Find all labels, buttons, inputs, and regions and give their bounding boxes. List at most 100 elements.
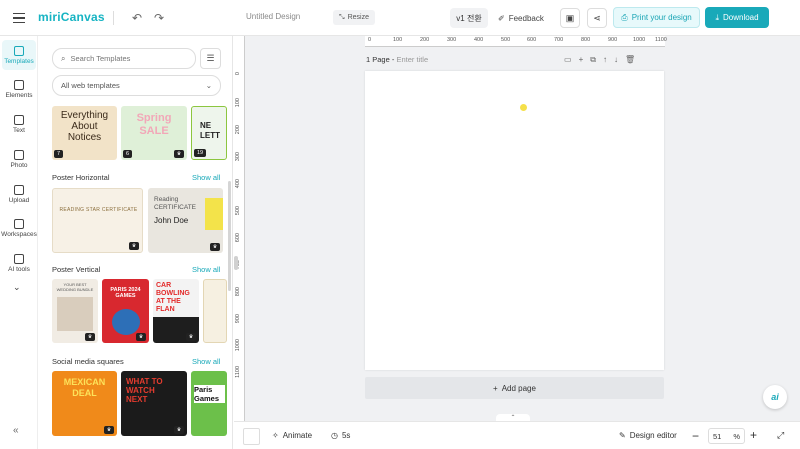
template-thumb[interactable]: WHAT TO WATCH NEXT ♛ <box>121 371 187 436</box>
plus-icon: + <box>493 383 498 393</box>
template-thumb[interactable]: READING STAR CERTIFICATE ♛ <box>52 188 143 253</box>
share-icon: ⋖ <box>593 12 601 23</box>
feedback-button[interactable]: ✐ Feedback <box>498 8 544 28</box>
page-toolbar: ▭ + ⧉ ↑ ↓ 🗑 <box>564 55 635 65</box>
template-title: MEXICAN DEAL <box>63 377 106 398</box>
collapse-panel-icon[interactable]: « <box>13 425 19 436</box>
templates-icon <box>14 45 24 56</box>
resize-button[interactable]: ⤡ Resize <box>333 10 376 25</box>
fullscreen-icon[interactable]: ⤢ <box>777 430 784 441</box>
rail-item-label: Elements <box>5 91 33 99</box>
print-label: Print your design <box>631 13 692 22</box>
zoom-input[interactable]: 51 % <box>708 428 745 444</box>
premium-crown-icon: ♛ <box>186 333 196 341</box>
animate-button[interactable]: ✧ Animate <box>272 431 312 440</box>
trash-icon[interactable]: 🗑 <box>625 55 635 65</box>
rail-item-elements[interactable]: Elements <box>2 74 36 104</box>
arrow-down-icon[interactable]: ↓ <box>614 55 618 65</box>
app-logo[interactable]: miriCanvas <box>38 9 105 25</box>
duration-label: 5s <box>341 431 351 440</box>
duplicate-icon[interactable]: ⧉ <box>590 55 596 65</box>
download-label: Download <box>722 13 759 22</box>
zoom-unit: % <box>733 431 740 441</box>
ruler-tick: 300 <box>447 37 457 43</box>
template-title: NE LETT <box>200 121 220 140</box>
ruler-tick: 0 <box>235 72 241 76</box>
zoom-out-button[interactable]: − <box>692 429 699 443</box>
premium-crown-icon: ♛ <box>104 426 114 434</box>
chevron-down-icon[interactable]: ⌄ <box>13 282 21 293</box>
template-thumb[interactable]: YOUR BEST WEDDING BUNDLE ♛ <box>52 279 98 343</box>
page-title-input[interactable]: Enter title <box>396 55 428 64</box>
template-thumb[interactable]: Spring SALE 6 ♛ <box>121 106 187 160</box>
search-icon: ⌕ <box>61 53 66 63</box>
template-title: Paris Games <box>194 385 225 403</box>
ruler-tick: 600 <box>527 37 537 43</box>
premium-crown-icon: ♛ <box>129 242 139 250</box>
template-thumb[interactable]: Reading CERTIFICATE John Doe ♛ <box>148 188 223 253</box>
add-icon[interactable]: + <box>579 55 584 65</box>
premium-crown-icon: ♛ <box>174 426 184 434</box>
panel-scrollbar[interactable] <box>228 181 231 291</box>
download-button[interactable]: ⤓ Download <box>705 7 769 28</box>
ruler-tick: 100 <box>235 98 241 108</box>
page-notes-icon[interactable]: ▭ <box>564 55 572 65</box>
undo-icon[interactable]: ↶ <box>129 10 145 26</box>
document-title[interactable]: Untitled Design <box>246 12 300 21</box>
ruler-tick: 500 <box>235 206 241 216</box>
save-button[interactable]: ▣ <box>560 8 580 28</box>
search-input[interactable] <box>70 54 181 63</box>
show-all-link[interactable]: Show all <box>192 265 220 274</box>
ruler-tick: 1000 <box>633 37 646 43</box>
menu-icon[interactable] <box>12 11 26 25</box>
select-value: All web templates <box>61 81 120 90</box>
ruler-tick: 1100 <box>235 366 241 378</box>
add-page-label: Add page <box>501 383 536 393</box>
filter-icon: ☰ <box>206 53 215 63</box>
ai-tools-icon <box>14 253 24 264</box>
feedback-icon: ✐ <box>498 13 505 23</box>
show-all-link[interactable]: Show all <box>192 357 220 366</box>
ruler-tick: 1000 <box>235 339 241 352</box>
filter-button[interactable]: ☰ <box>200 48 221 69</box>
workspaces-icon <box>14 218 24 229</box>
template-type-select[interactable]: All web templates ⌄ <box>52 75 221 96</box>
panel-resize-handle[interactable] <box>234 256 238 270</box>
resize-label: Resize <box>347 14 370 21</box>
design-page[interactable] <box>365 71 664 370</box>
template-thumb[interactable]: MEXICAN DEAL ♛ <box>52 371 117 436</box>
template-thumb[interactable]: Everything About Notices 7 <box>52 106 117 160</box>
ruler-vertical: 0 100 200 300 400 500 600 700 800 900 10… <box>234 36 245 421</box>
template-thumb[interactable]: CAR BOWLING AT THE FLAN ♛ <box>153 279 199 343</box>
rail-item-workspaces[interactable]: Workspaces <box>1 213 37 243</box>
template-title: PARIS 2024 GAMES <box>110 287 141 299</box>
template-thumb[interactable]: PARIS 2024 GAMES ♛ <box>102 279 149 343</box>
version-switch-button[interactable]: v1 전환 <box>450 8 488 28</box>
template-thumb[interactable]: Paris Games <box>191 371 227 436</box>
resize-icon: ⤡ <box>339 13 345 21</box>
premium-crown-icon: ♛ <box>85 333 95 341</box>
background-color-swatch[interactable] <box>243 428 260 445</box>
rail-item-photo[interactable]: Photo <box>2 144 36 174</box>
print-button[interactable]: ⎙ Print your design <box>613 7 700 28</box>
duration-button[interactable]: ◷ 5s <box>331 431 350 440</box>
show-all-link[interactable]: Show all <box>192 173 220 182</box>
redo-icon[interactable]: ↷ <box>151 10 167 26</box>
template-thumb[interactable] <box>203 279 227 343</box>
ruler-tick: 400 <box>474 37 484 43</box>
arrow-up-icon[interactable]: ↑ <box>603 55 607 65</box>
add-page-button[interactable]: + Add page <box>365 377 664 399</box>
pen-icon: ✎ <box>619 431 626 440</box>
rail-item-label: Workspaces <box>1 230 37 238</box>
zoom-in-button[interactable]: + <box>750 428 757 442</box>
rail-item-templates[interactable]: Templates <box>2 40 36 70</box>
rail-item-ai-tools[interactable]: AI tools <box>2 248 36 278</box>
ruler-tick: 900 <box>235 314 241 324</box>
template-thumb[interactable]: NE LETT 19 <box>191 106 227 160</box>
share-button[interactable]: ⋖ <box>587 8 607 28</box>
design-editor-button[interactable]: ✎ Design editor <box>619 431 677 440</box>
ai-assistant-button[interactable]: ai <box>763 385 787 409</box>
rail-item-upload[interactable]: Upload <box>2 179 36 209</box>
rail-item-text[interactable]: Text <box>2 109 36 139</box>
cursor-indicator <box>520 104 527 111</box>
